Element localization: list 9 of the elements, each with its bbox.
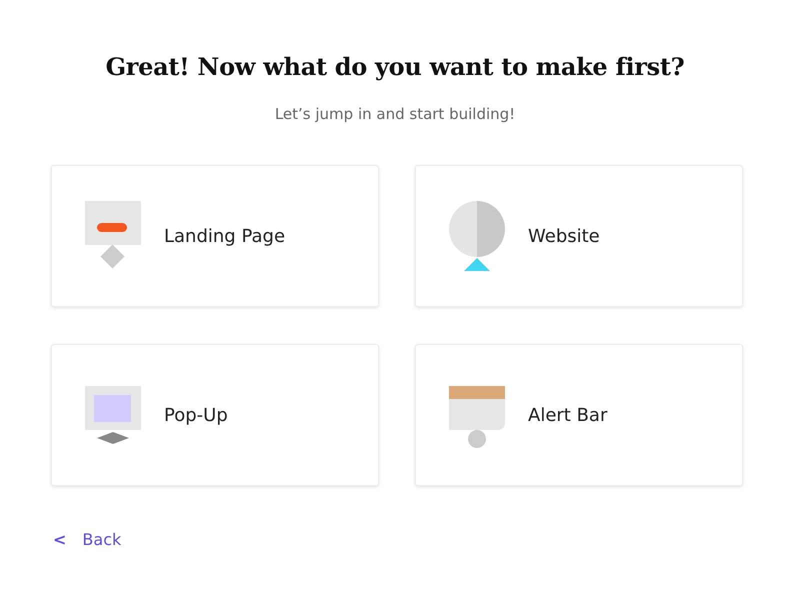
globe-icon [449,201,505,271]
option-card[interactable]: Pop-Up [51,344,379,486]
page-title: Great! Now what do you want to make first? [104,52,686,81]
landing-page-icon [85,201,141,271]
page-subtitle: Let’s jump in and start building! [274,105,516,123]
option-card[interactable]: Website [415,165,743,307]
option-card[interactable]: Alert Bar [415,344,743,486]
option-card[interactable]: Landing Page [51,165,379,307]
back-link[interactable]: < Back [53,530,122,549]
